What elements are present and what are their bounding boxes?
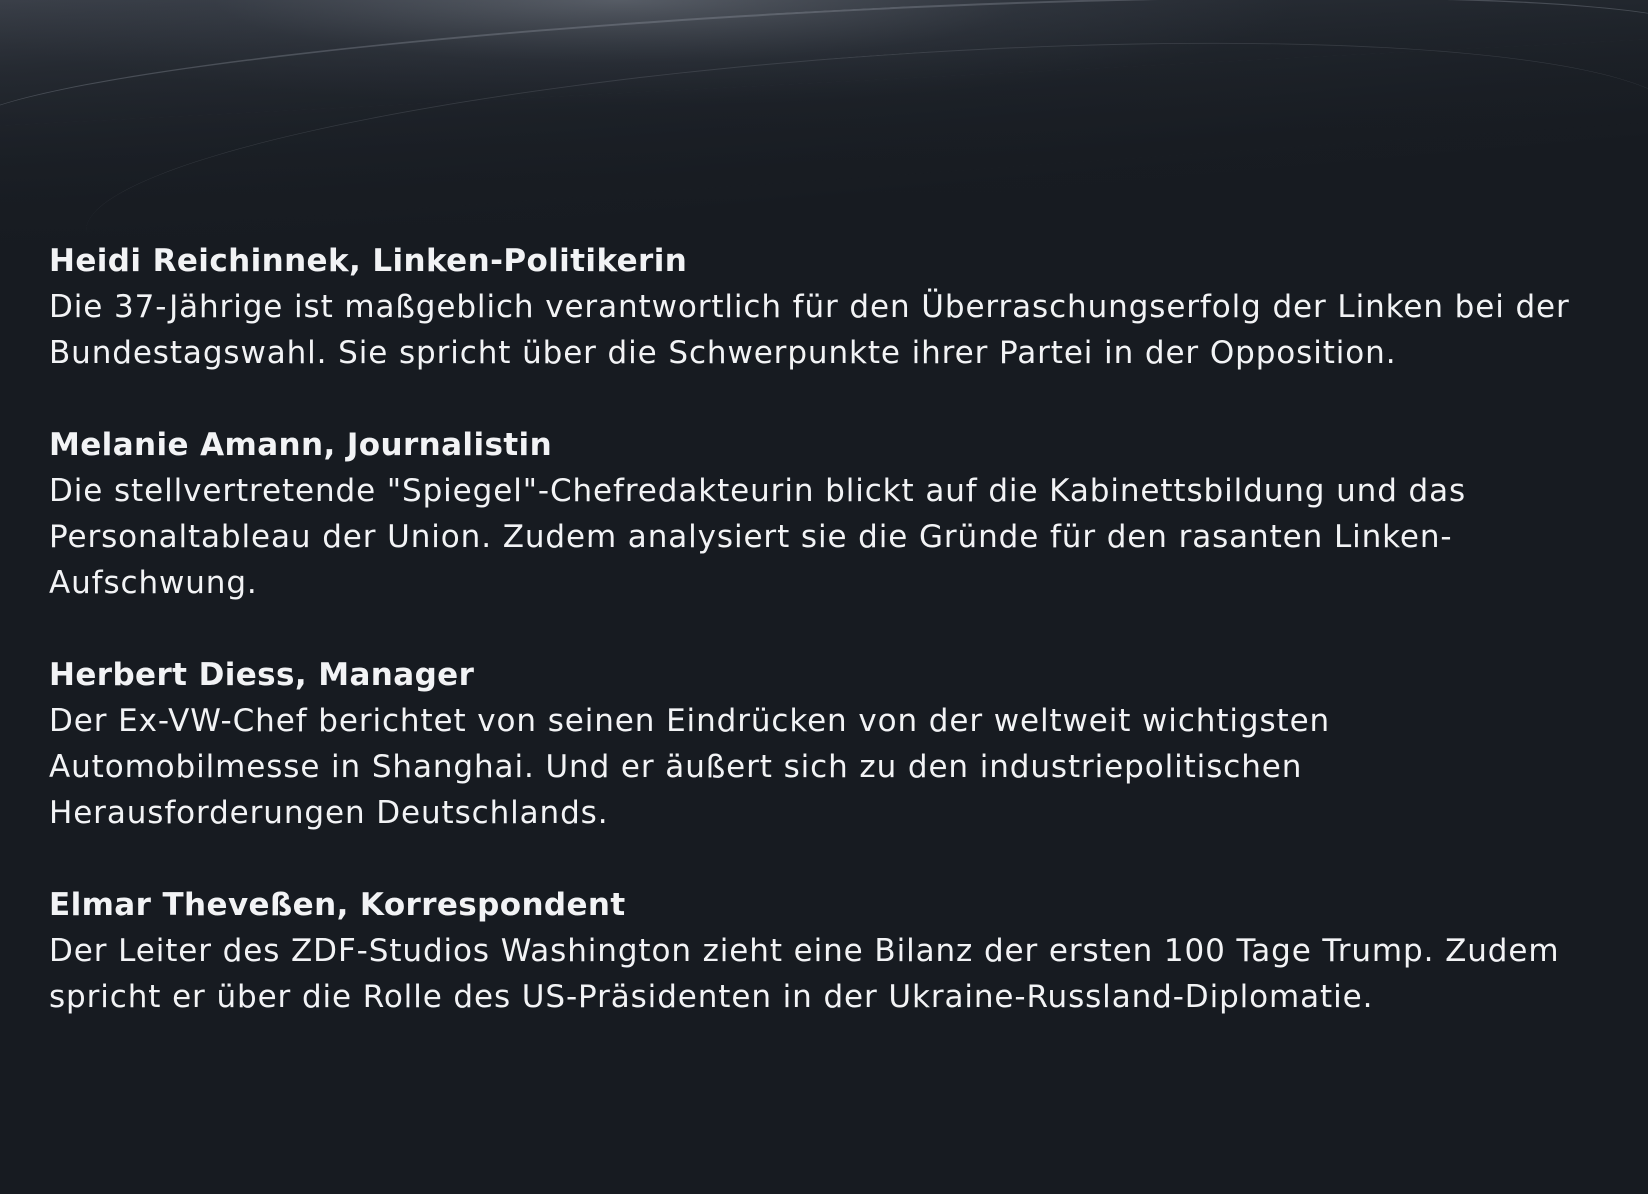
- guest-name: Herbert Diess, Manager: [49, 657, 475, 693]
- guest-entry-reichinnek: Heidi Reichinnek, Linken-Politikerin Die…: [49, 238, 1609, 376]
- guest-name: Elmar Theveßen, Korrespondent: [49, 887, 626, 923]
- header-backdrop-image: [0, 0, 1648, 260]
- guest-name: Heidi Reichinnek, Linken-Politikerin: [49, 243, 688, 279]
- guest-entry-thevessen: Elmar Theveßen, Korrespondent Der Leiter…: [49, 882, 1609, 1020]
- guest-description: Der Leiter des ZDF-Studios Washington zi…: [49, 933, 1560, 1015]
- guest-description: Die 37-Jährige ist maßgeblich verantwort…: [49, 289, 1570, 371]
- guest-list: Heidi Reichinnek, Linken-Politikerin Die…: [49, 238, 1609, 1066]
- guest-name: Melanie Amann, Journalistin: [49, 427, 553, 463]
- guest-description: Der Ex-VW-Chef berichtet von seinen Eind…: [49, 703, 1331, 831]
- guest-entry-diess: Herbert Diess, Manager Der Ex-VW-Chef be…: [49, 652, 1609, 836]
- guest-entry-amann: Melanie Amann, Journalistin Die stellver…: [49, 422, 1609, 606]
- guest-description: Die stellvertretende "Spiegel"-Chefredak…: [49, 473, 1467, 601]
